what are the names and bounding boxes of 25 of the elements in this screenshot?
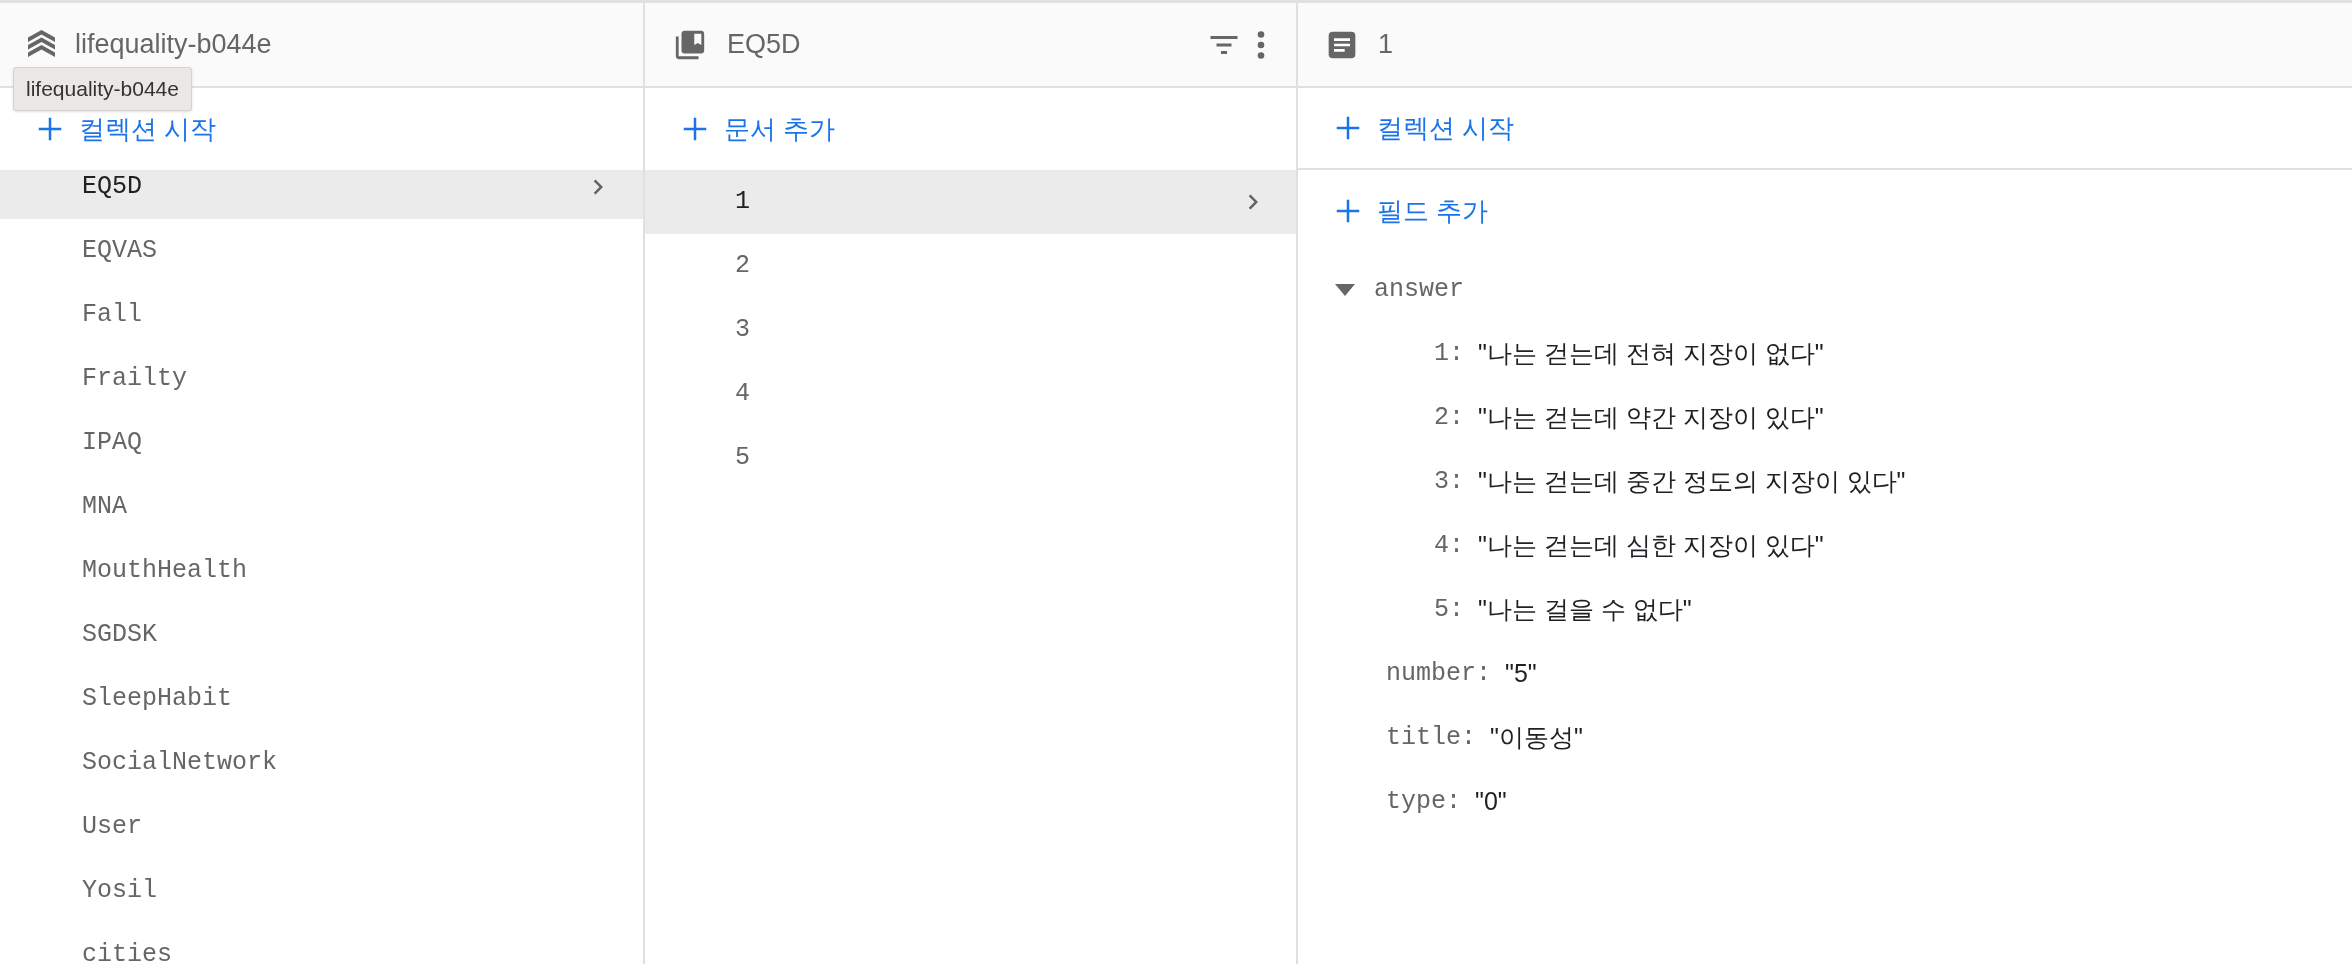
tooltip: lifequality-b044e — [13, 67, 192, 111]
panel-title: EQ5D — [727, 28, 801, 62]
field-value: "나는 걷는데 심한 지장이 있다" — [1478, 530, 1824, 562]
stacked-layers-icon — [28, 29, 55, 60]
field-value: "이동성" — [1490, 722, 1583, 754]
field-value: "5" — [1505, 658, 1537, 690]
field-key: answer — [1374, 271, 1464, 309]
field-value: "0" — [1475, 786, 1507, 818]
field-value: "나는 걷는데 전혀 지장이 없다" — [1478, 338, 1824, 370]
field-value: "나는 걷는데 약간 지장이 있다" — [1478, 402, 1824, 434]
field-key: 4: — [1434, 527, 1464, 565]
field-value: "나는 걷는데 중간 정도의 지장이 있다" — [1478, 466, 1906, 498]
field-key: 5: — [1434, 591, 1464, 629]
field-key: type: — [1386, 783, 1461, 821]
panel-title: 1 — [1378, 28, 1394, 62]
list-item[interactable]: EQ5D — [0, 170, 643, 219]
field-key: title: — [1386, 719, 1476, 757]
field-key: 1: — [1434, 335, 1464, 373]
field-key: 3: — [1434, 463, 1464, 501]
list-item[interactable]: 1 — [645, 170, 1296, 234]
field-value: "나는 걸을 수 없다" — [1478, 594, 1692, 626]
field-key: 2: — [1434, 399, 1464, 437]
panel-title: lifequality-b044e — [75, 28, 272, 62]
collapse-triangle-icon[interactable] — [1335, 284, 1355, 296]
field-key: number: — [1386, 655, 1492, 693]
